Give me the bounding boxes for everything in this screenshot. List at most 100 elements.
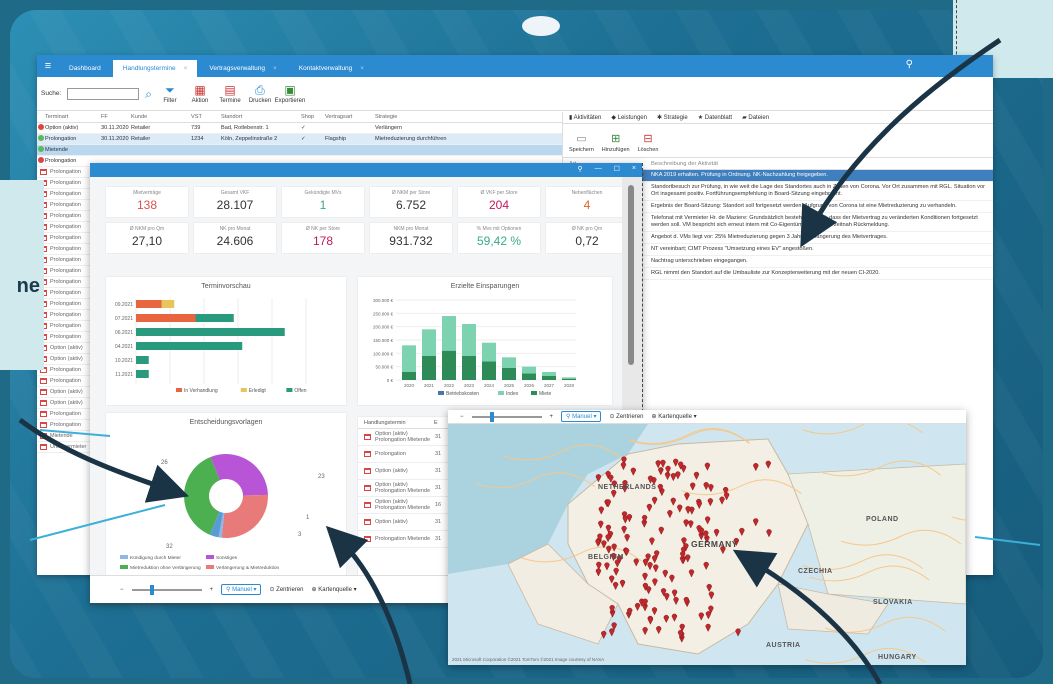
tab-label: Strategie bbox=[664, 115, 688, 121]
map-pin-icon[interactable] bbox=[736, 629, 741, 637]
map-source-button[interactable]: ⊕ Kartenquelle ▾ bbox=[652, 413, 697, 420]
column-header[interactable]: Kunde bbox=[131, 114, 191, 120]
tab-kontaktverwaltung[interactable]: Kontaktverwaltung × bbox=[289, 60, 374, 77]
close-icon[interactable]: × bbox=[632, 165, 636, 173]
list-item[interactable]: Option (aktiv) bbox=[37, 387, 92, 398]
tick-label: 06.2021 bbox=[115, 330, 133, 336]
bar bbox=[442, 316, 456, 351]
list-item[interactable]: Prolongation bbox=[37, 178, 92, 189]
column-header[interactable]: Beschreibung der Aktivität bbox=[651, 161, 993, 167]
list-item-label: Prolongation bbox=[50, 378, 81, 384]
center-button[interactable]: ⊙ Zentrieren bbox=[269, 586, 303, 593]
hamburger-menu-icon[interactable]: ≡ bbox=[37, 55, 59, 77]
list-item[interactable]: Prolongation bbox=[37, 255, 92, 266]
map-source-button[interactable]: ⊕ Kartenquelle ▾ bbox=[312, 586, 357, 593]
aktion-button[interactable]: ▦ Aktion bbox=[188, 84, 212, 104]
column-header[interactable]: FF bbox=[101, 114, 131, 120]
list-item[interactable]: Prolongation bbox=[37, 420, 92, 431]
zoom-out-icon[interactable]: − bbox=[120, 587, 124, 593]
list-item[interactable]: Prolongation bbox=[37, 277, 92, 288]
column-header[interactable]: Strategie bbox=[375, 114, 535, 120]
column-header[interactable]: Vertragsart bbox=[325, 114, 375, 120]
user-icon[interactable]: ⚲ bbox=[906, 59, 913, 70]
list-item[interactable]: Option (aktiv) bbox=[37, 398, 92, 409]
tab-datenblatt[interactable]: ★ Datenblatt bbox=[698, 114, 732, 121]
status-dot-icon bbox=[38, 157, 44, 163]
column-header[interactable]: Shop bbox=[301, 114, 325, 120]
termine-button[interactable]: ▤ Termine bbox=[218, 84, 242, 104]
tab-vertragsverwaltung[interactable]: Vertragsverwaltung × bbox=[199, 60, 286, 77]
list-item[interactable]: Prolongation bbox=[37, 244, 92, 255]
list-item[interactable]: Prolongation bbox=[37, 266, 92, 277]
list-item[interactable]: Prolongation bbox=[37, 365, 92, 376]
table-row[interactable]: Option (aktiv) 30.11.2020 Retailer 739 Bad, … bbox=[37, 123, 562, 134]
kpi-value: 178 bbox=[282, 234, 364, 248]
table-row[interactable]: Mietende bbox=[37, 145, 562, 156]
list-item[interactable]: Prolongation bbox=[37, 310, 92, 321]
grid-cell: Köln, Zeppelinstraße 2 bbox=[221, 136, 301, 142]
map-pin-icon[interactable] bbox=[609, 629, 614, 637]
column-header[interactable]: Standort bbox=[221, 114, 301, 120]
drucken-button[interactable]: ⎙ Drucken bbox=[248, 84, 272, 104]
kpi-value: 59,42 % bbox=[458, 234, 540, 248]
tick-label: 150.000 € bbox=[373, 338, 394, 343]
zoom-slider[interactable] bbox=[472, 416, 542, 418]
table-row[interactable]: Prolongation 30.11.2020 Retailer 1234 Köln, … bbox=[37, 134, 562, 145]
map-pin-icon[interactable] bbox=[601, 631, 606, 639]
search-label: Suche: bbox=[41, 90, 61, 97]
list-item-label: Prolongation bbox=[50, 422, 81, 428]
list-item-label: Prolongation bbox=[50, 367, 81, 373]
list-item[interactable]: Option (aktiv) bbox=[37, 354, 92, 365]
list-item[interactable]: Prolongation bbox=[37, 332, 92, 343]
center-button[interactable]: ⊙ Zentrieren bbox=[609, 413, 643, 420]
maximize-icon[interactable]: ☐ bbox=[614, 165, 620, 173]
zoom-slider[interactable] bbox=[132, 589, 202, 591]
list-item[interactable]: Prolongation bbox=[37, 233, 92, 244]
tab-dashboard[interactable]: Dashboard bbox=[59, 60, 111, 77]
close-icon[interactable]: × bbox=[360, 65, 364, 72]
legend-label: Kündigung durch Mieter bbox=[130, 555, 181, 561]
list-item[interactable]: Prolongation bbox=[37, 200, 92, 211]
legend-label: Verlängerung & Mietreduktion bbox=[216, 565, 280, 571]
list-item[interactable]: Prolongation bbox=[37, 376, 92, 387]
kpi-label: Nebenflächen bbox=[546, 190, 622, 196]
close-icon[interactable]: × bbox=[184, 65, 188, 72]
map-canvas[interactable]: NETHERLANDS BELGIUM GERMANY CZECHIA POLA… bbox=[448, 424, 966, 665]
delete-button[interactable]: ⊟ Löschen bbox=[638, 132, 659, 153]
add-button[interactable]: ⊞ Hinzufügen bbox=[602, 132, 630, 153]
bar bbox=[136, 314, 196, 322]
column-header[interactable]: VST bbox=[191, 114, 221, 120]
list-item[interactable]: Prolongation bbox=[37, 189, 92, 200]
list-item[interactable]: Option (aktiv) bbox=[37, 343, 92, 354]
tab-leistungen[interactable]: ◆ Leistungen bbox=[611, 114, 647, 121]
user-icon[interactable]: ⚲ bbox=[577, 165, 582, 173]
tab-aktivitaeten[interactable]: ▮ Aktivitäten bbox=[569, 114, 601, 121]
tab-strategie[interactable]: ✱ Strategie bbox=[657, 114, 688, 121]
search-icon[interactable]: ⌕ bbox=[145, 88, 152, 100]
list-item[interactable]: Prolongation bbox=[37, 222, 92, 233]
tab-handlungstermine[interactable]: Handlungstermine × bbox=[113, 60, 198, 77]
list-item[interactable]: Prolongation bbox=[37, 288, 92, 299]
list-item[interactable]: Mietende bbox=[37, 431, 92, 442]
column-header[interactable]: Terminart bbox=[45, 114, 101, 120]
minimize-icon[interactable]: — bbox=[595, 165, 602, 173]
list-item[interactable]: Prolongation bbox=[37, 167, 92, 178]
exportieren-button[interactable]: ▣ Exportieren bbox=[278, 84, 302, 104]
search-input[interactable] bbox=[67, 88, 139, 100]
kpi-card: Gekündigte MVs 1 bbox=[282, 187, 364, 217]
zoom-mode-select[interactable]: ⚲ Manuel ▾ bbox=[561, 411, 601, 422]
list-item[interactable]: Prolongation bbox=[37, 321, 92, 332]
list-item[interactable]: Prolongation bbox=[37, 211, 92, 222]
filter-button[interactable]: ⏷ Filter bbox=[158, 84, 182, 104]
tab-dateien[interactable]: ▰ Dateien bbox=[742, 114, 769, 121]
list-item[interactable]: Untervermieter bbox=[37, 442, 92, 453]
zoom-in-icon[interactable]: + bbox=[210, 587, 214, 593]
zoom-in-icon[interactable]: + bbox=[550, 414, 554, 420]
zoom-out-icon[interactable]: − bbox=[460, 414, 464, 420]
zoom-mode-select[interactable]: ⚲ Manuel ▾ bbox=[221, 584, 261, 595]
list-item[interactable]: Prolongation bbox=[37, 299, 92, 310]
list-item[interactable]: Prolongation bbox=[37, 409, 92, 420]
save-button[interactable]: ▭ Speichern bbox=[569, 132, 594, 153]
legend-swatch bbox=[286, 388, 292, 392]
close-icon[interactable]: × bbox=[273, 65, 277, 72]
